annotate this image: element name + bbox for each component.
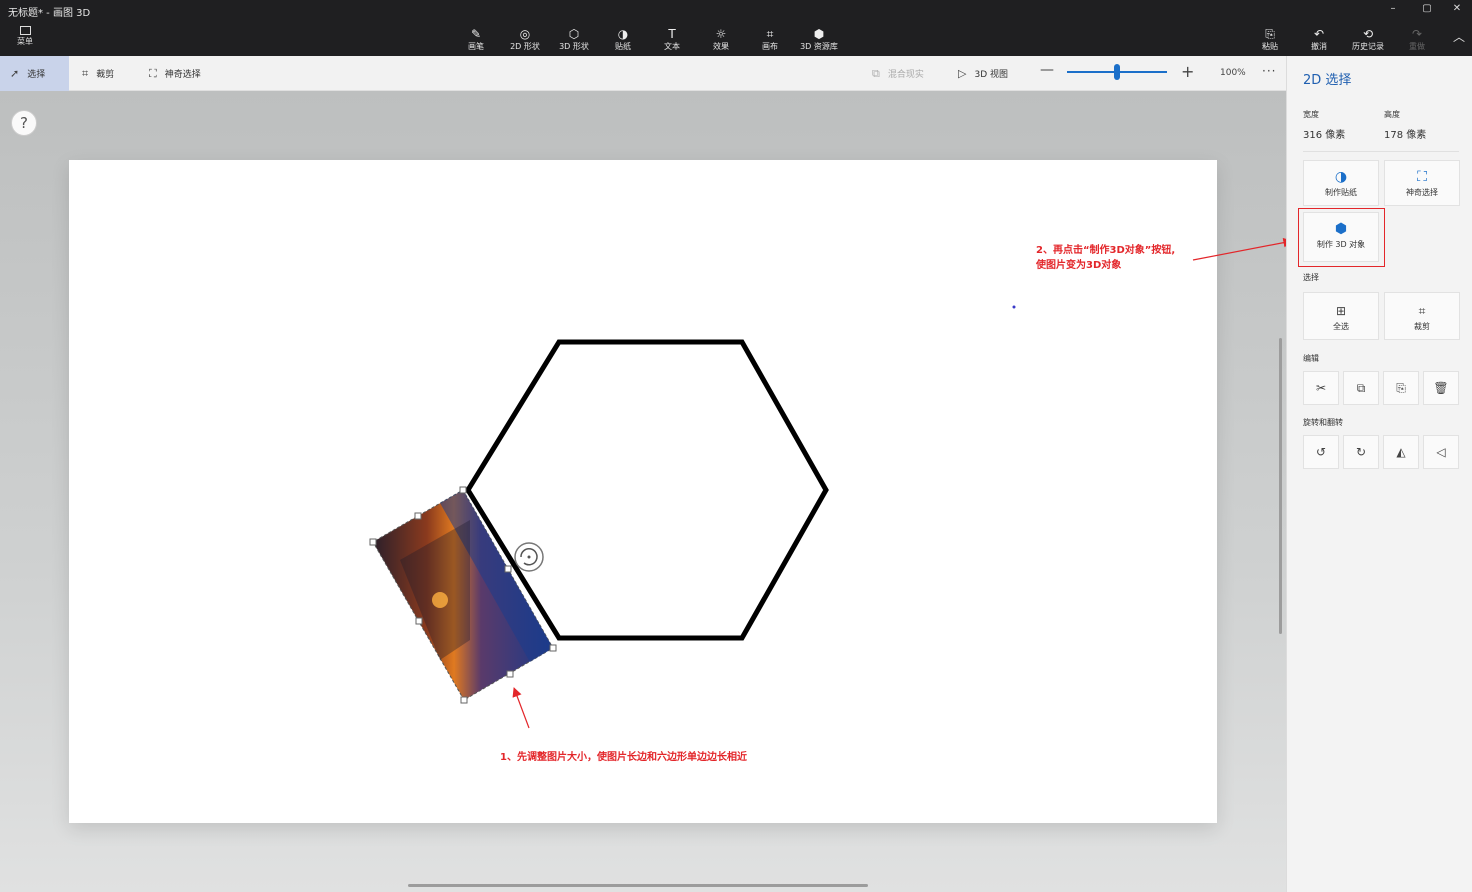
cut-icon: ✂ (1315, 381, 1327, 395)
rotate-left-icon: ↺ (1315, 445, 1327, 459)
crop-label: 裁剪 (1414, 322, 1430, 331)
vertical-scrollbar[interactable] (1279, 338, 1282, 634)
selected-image[interactable] (372, 489, 554, 701)
magic-select-label: 神奇选择 (1406, 188, 1438, 197)
annotation-step-2-line2: 使图片变为3D对象 (1036, 260, 1122, 271)
width-label: 宽度 (1303, 110, 1319, 119)
copy-button[interactable]: ⧉ (1343, 371, 1379, 405)
flip-horizontal-button[interactable]: ◭ (1383, 435, 1419, 469)
panel-title: 2D 选择 (1303, 73, 1352, 88)
make-sticker-button[interactable]: ◑ 制作贴纸 (1303, 160, 1379, 206)
annotation-step-2-line1: 2、再点击“制作3D对象”按钮, (1036, 245, 1176, 256)
flip-vertical-button[interactable]: ◁ (1423, 435, 1459, 469)
annotation-step-2: 2、再点击“制作3D对象”按钮, 使图片变为3D对象 (1036, 243, 1175, 273)
horizontal-scrollbar[interactable] (408, 884, 868, 887)
magic-select-icon: ⛶ (1417, 169, 1427, 185)
cut-button[interactable]: ✂ (1303, 371, 1339, 405)
rotate-right-icon: ↻ (1355, 445, 1367, 459)
paste-button-panel[interactable]: ⎘ (1383, 371, 1419, 405)
select-section-label: 选择 (1303, 273, 1319, 282)
select-all-icon: ⊞ (1335, 304, 1347, 318)
rotate-handle[interactable] (514, 542, 544, 572)
rotate-left-button[interactable]: ↺ (1303, 435, 1339, 469)
crop-icon: ⌗ (1418, 304, 1426, 318)
divider (1303, 151, 1459, 152)
delete-button[interactable]: 🗑 (1423, 371, 1459, 405)
height-label: 高度 (1384, 110, 1400, 119)
annotation-arrow-1 (512, 687, 530, 729)
make-sticker-label: 制作贴纸 (1325, 188, 1357, 197)
flip-vertical-icon: ◁ (1436, 445, 1446, 459)
canvas-dot (1012, 305, 1016, 309)
select-all-label: 全选 (1333, 322, 1349, 331)
rotate-right-button[interactable]: ↻ (1343, 435, 1379, 469)
height-value[interactable]: 178 像素 (1384, 126, 1426, 141)
crop-button[interactable]: ⌗ 裁剪 (1384, 292, 1460, 340)
select-all-button[interactable]: ⊞ 全选 (1303, 292, 1379, 340)
rotate-section-label: 旋转和翻转 (1303, 418, 1343, 427)
flip-horizontal-icon: ◭ (1396, 445, 1406, 459)
paste-icon: ⎘ (1396, 381, 1406, 395)
sticker-icon: ◑ (1334, 169, 1348, 185)
width-value[interactable]: 316 像素 (1303, 126, 1345, 141)
highlight-box (1298, 208, 1385, 267)
annotation-step-1: 1、先调整图片大小，使图片长边和六边形单边边长相近 (500, 752, 747, 763)
copy-icon: ⧉ (1356, 381, 1366, 395)
magic-select-button[interactable]: ⛶ 神奇选择 (1384, 160, 1460, 206)
edit-section-label: 编辑 (1303, 354, 1319, 363)
trash-icon: 🗑 (1433, 381, 1449, 395)
annotation-arrow-2 (1192, 237, 1293, 261)
